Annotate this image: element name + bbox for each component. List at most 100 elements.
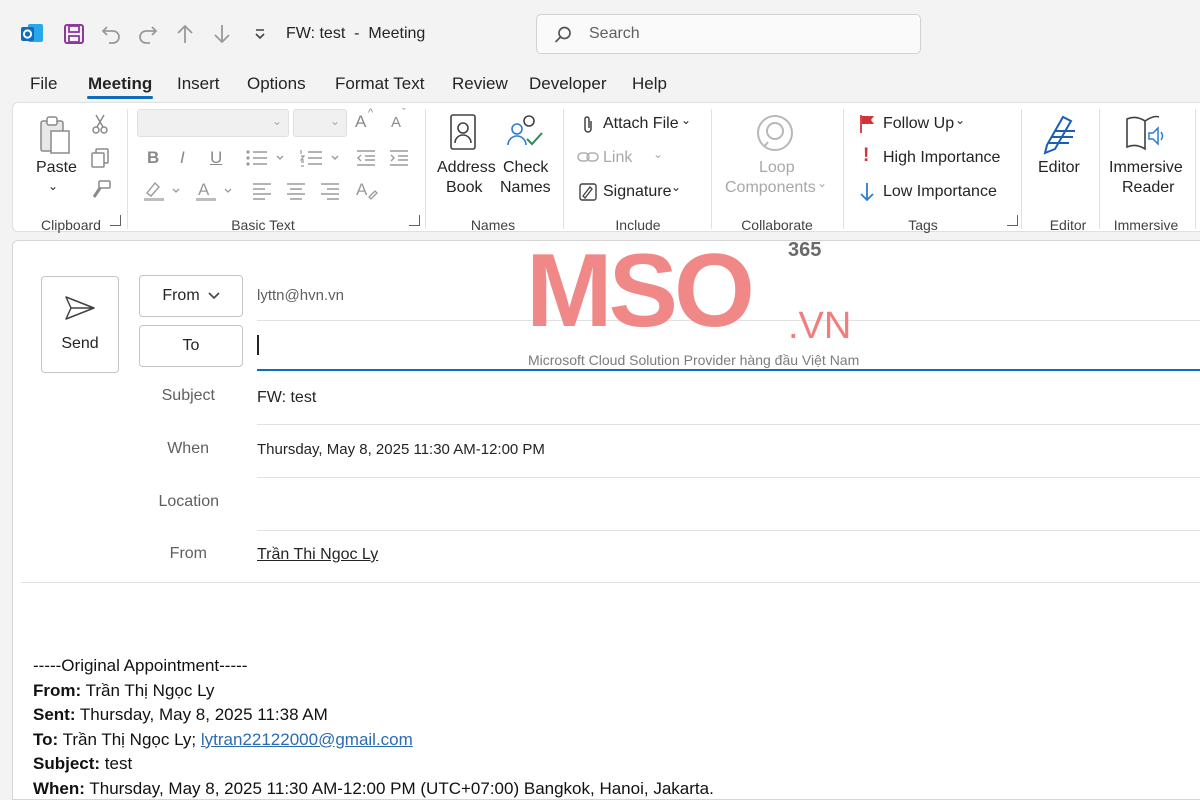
font-color-icon[interactable]: A [195,179,237,208]
undo-icon[interactable] [97,20,125,48]
font-size-combo[interactable]: ⌄ [293,109,347,137]
highlight-icon[interactable] [143,179,185,208]
underline-button[interactable]: U [210,148,222,168]
to-button[interactable]: To [139,325,243,367]
names-group-label: Names [470,217,516,233]
address-book-line1[interactable]: Address [437,159,496,177]
check-names-line2[interactable]: Names [500,179,551,197]
decrease-indent-icon[interactable] [355,147,377,174]
numbering-icon[interactable] [299,147,343,174]
follow-up-chevron-icon[interactable]: ⌄ [955,113,965,127]
group-separator [1195,109,1196,229]
font-name-combo[interactable]: ⌄ [137,109,289,137]
next-item-icon[interactable] [208,20,236,48]
customize-toolbar-icon[interactable] [246,20,274,48]
location-label: Location [158,493,220,510]
group-separator [425,109,426,229]
loop-chevron-icon[interactable]: ⌄ [817,176,827,190]
signature-chevron-icon[interactable]: ⌄ [671,180,681,194]
svg-text:A: A [198,180,210,199]
send-icon [64,295,96,326]
email-link[interactable]: lytran22122000@gmail.com [201,730,413,749]
body-to-line: To: Trần Thị Ngọc Ly; lytran22122000@gma… [33,729,413,749]
svg-text:MSO: MSO [526,240,751,349]
from-chevron-icon [208,287,220,305]
loop-line2[interactable]: Components [725,179,816,197]
immersive-line2[interactable]: Reader [1122,179,1174,197]
increase-indent-icon[interactable] [388,147,410,174]
when-value: Thursday, May 8, 2025 11:30 AM-12:00 PM [257,441,545,458]
clipboard-group-label: Clipboard [41,217,101,233]
tab-developer[interactable]: Developer [529,74,607,94]
when-label: When [167,440,209,457]
clear-formatting-icon[interactable]: A [355,179,379,206]
subject-label: Subject [161,387,215,404]
outlook-logo-icon [18,20,46,48]
svg-text:365: 365 [788,240,821,261]
address-book-icon[interactable] [449,113,479,158]
watermark-tagline: Microsoft Cloud Solution Provider hàng đ… [528,352,860,368]
clipboard-launcher-icon[interactable] [110,215,121,226]
svg-text:A: A [356,180,368,199]
align-right-icon[interactable] [319,181,341,206]
copy-icon[interactable] [90,147,110,174]
original-appointment-header: -----Original Appointment----- [33,656,248,675]
flag-icon [859,114,877,139]
cut-icon[interactable] [91,113,109,140]
organizer-value[interactable]: Trần Thi Ngoc Ly [257,546,378,564]
address-book-line2[interactable]: Book [446,179,482,197]
save-icon[interactable] [60,20,88,48]
paste-chevron-icon[interactable]: ⌄ [48,179,58,193]
low-importance-icon [859,181,875,208]
from-button-label: From [162,287,200,304]
check-names-line1[interactable]: Check [503,159,548,177]
loop-line1[interactable]: Loop [759,159,795,177]
previous-item-icon[interactable] [171,20,199,48]
tags-group-label: Tags [908,217,938,233]
shrink-font-button[interactable]: A [391,114,401,131]
link-button[interactable]: Link [603,149,632,167]
paste-button[interactable]: Paste [36,159,77,177]
paste-icon[interactable] [37,115,73,162]
bullets-icon[interactable] [245,147,289,174]
subject-field[interactable]: FW: test [257,389,316,407]
tab-meeting[interactable]: Meeting [88,74,152,94]
active-tab-indicator [87,96,153,99]
tab-help[interactable]: Help [632,74,667,94]
basic-text-launcher-icon[interactable] [409,215,420,226]
redo-icon[interactable] [134,20,162,48]
from-button[interactable]: From [139,275,243,317]
editor-icon[interactable] [1039,111,1079,160]
tab-insert[interactable]: Insert [177,74,220,94]
italic-button[interactable]: I [180,148,185,168]
group-separator [563,109,564,229]
check-names-icon[interactable] [505,111,545,156]
tab-format-text[interactable]: Format Text [335,74,424,94]
tags-launcher-icon[interactable] [1007,215,1018,226]
tab-file[interactable]: File [30,74,57,94]
high-importance-button[interactable]: High Importance [883,149,1000,167]
format-painter-icon[interactable] [90,179,112,206]
immersive-reader-icon[interactable] [1125,113,1167,158]
low-importance-button[interactable]: Low Importance [883,183,997,201]
bold-button[interactable]: B [147,148,159,168]
editor-button[interactable]: Editor [1038,159,1080,177]
align-center-icon[interactable] [285,181,307,206]
link-icon [577,149,599,170]
attach-file-button[interactable]: Attach File [603,115,679,133]
search-box[interactable]: Search [536,14,921,54]
signature-button[interactable]: Signature [603,183,672,201]
message-body[interactable]: -----Original Appointment----- From: Trầ… [33,654,714,800]
immersive-group-label: Immersive [1113,217,1179,233]
from-value: lyttn@hvn.vn [257,287,344,304]
immersive-line1[interactable]: Immersive [1109,159,1183,177]
send-button[interactable]: Send [41,276,119,373]
grow-font-button[interactable]: A [355,112,366,132]
align-left-icon[interactable] [251,181,273,206]
tab-review[interactable]: Review [452,74,508,94]
shrink-arrow-icon: ˇ [402,107,406,119]
attach-chevron-icon[interactable]: ⌄ [681,113,691,127]
link-chevron-icon[interactable]: ⌄ [653,147,663,161]
follow-up-button[interactable]: Follow Up [883,115,954,133]
tab-options[interactable]: Options [247,74,306,94]
